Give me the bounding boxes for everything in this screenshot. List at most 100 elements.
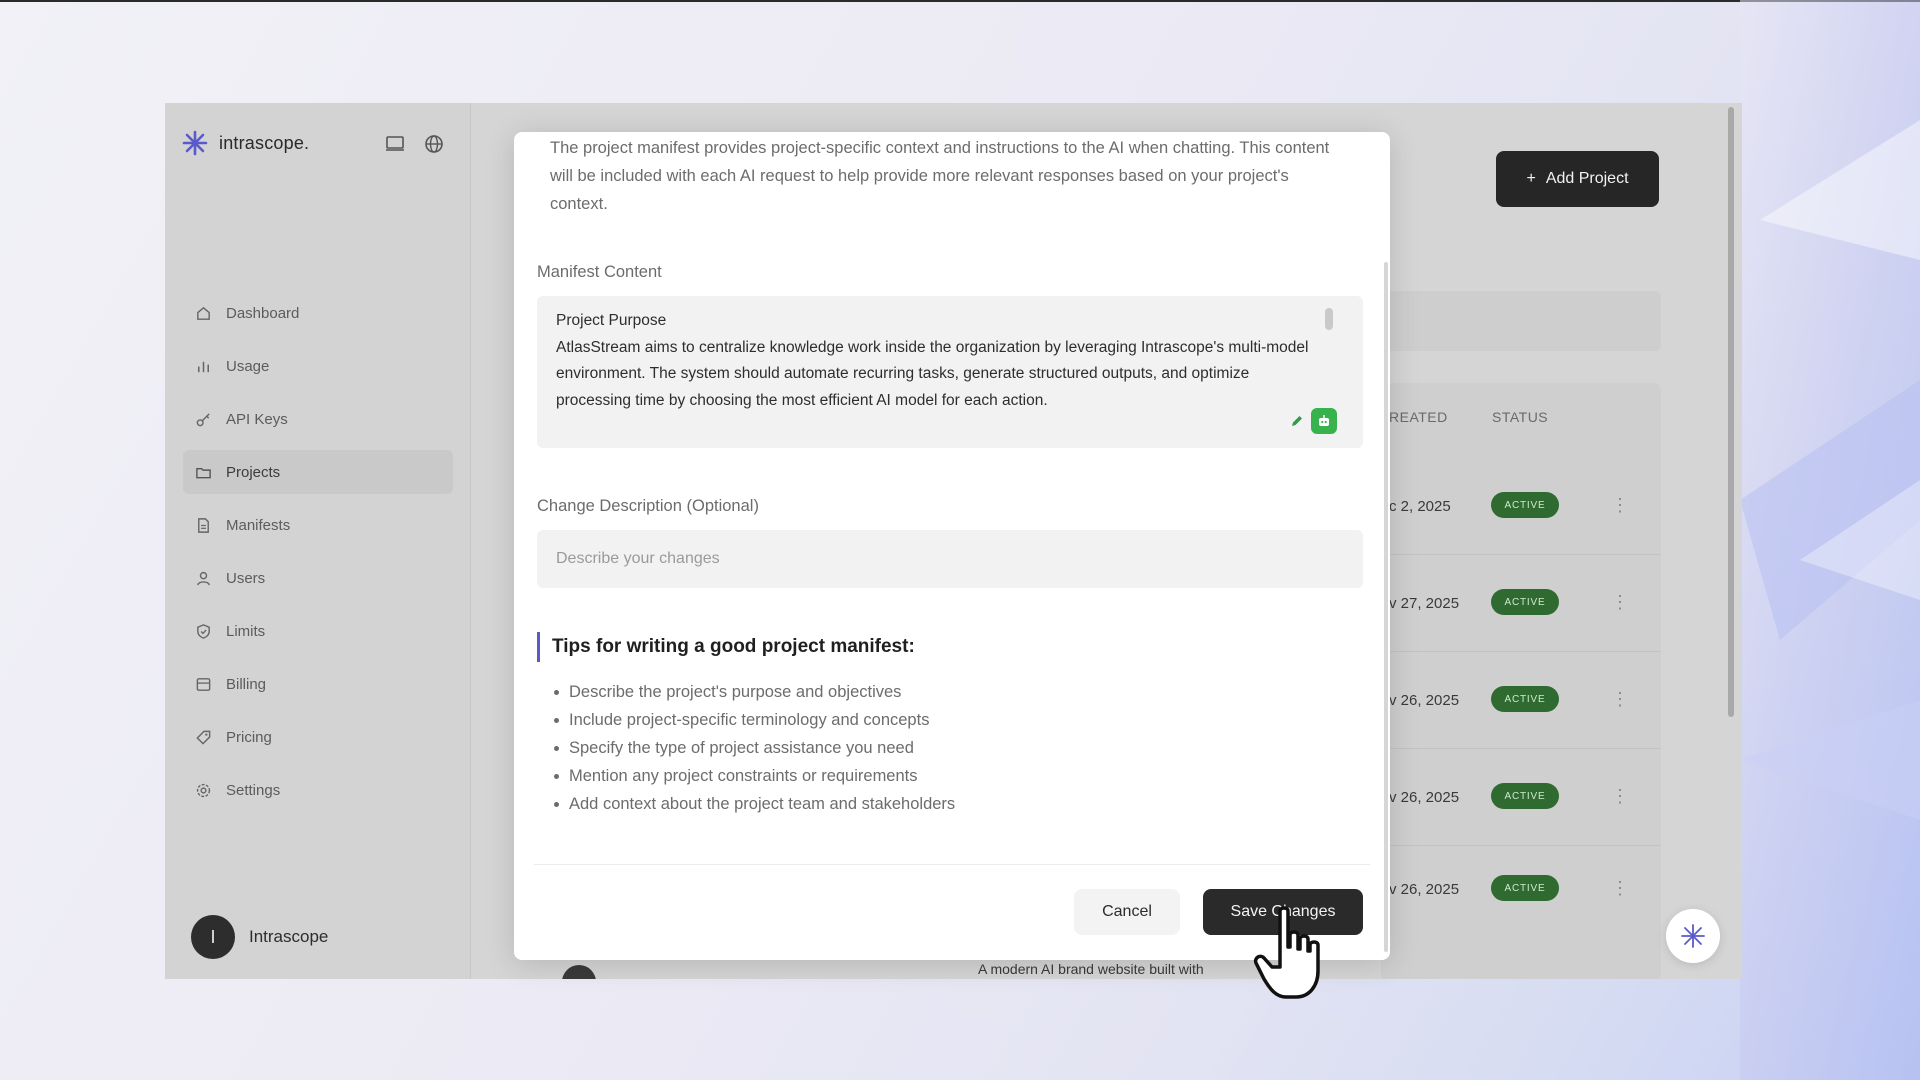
status-badge: ACTIVE — [1491, 875, 1559, 901]
status-badge: ACTIVE — [1491, 783, 1559, 809]
more-options-icon[interactable]: ⋮ — [1611, 592, 1629, 612]
textarea-scrollbar[interactable] — [1325, 308, 1333, 330]
billing-icon — [196, 677, 211, 691]
status-badge: ACTIVE — [1491, 686, 1559, 712]
change-description-input[interactable] — [537, 530, 1363, 588]
more-options-icon[interactable]: ⋮ — [1611, 878, 1629, 898]
status-badge: ACTIVE — [1491, 492, 1559, 518]
tip-text: Mention any project constraints or requi… — [569, 767, 918, 785]
row-created-date: v 26, 2025 — [1389, 692, 1460, 709]
sidebar-item-projects[interactable]: Projects — [183, 450, 453, 494]
dialog-intro: The project manifest provides project-sp… — [550, 139, 1330, 213]
bullet-icon — [554, 745, 559, 751]
avatar: I — [191, 915, 235, 959]
sidebar-item-label: Dashboard — [226, 304, 300, 322]
manifest-heading: Project Purpose — [556, 312, 667, 329]
sparkle-icon — [1681, 924, 1705, 948]
sidebar-item-label: Billing — [226, 675, 267, 693]
row-divider — [1381, 748, 1661, 749]
bullet-icon — [554, 801, 559, 807]
plus-icon: + — [1526, 170, 1536, 187]
gear-icon — [196, 783, 211, 797]
sidebar-item-label: Usage — [226, 357, 270, 375]
tip-item: Add context about the project team and s… — [554, 790, 955, 818]
sidebar-item-limits[interactable]: Limits — [183, 609, 453, 653]
user-icon — [197, 571, 210, 585]
row-divider — [1381, 554, 1661, 555]
tip-item: Include project-specific terminology and… — [554, 706, 955, 734]
more-options-icon[interactable]: ⋮ — [1611, 495, 1629, 515]
background-decoration — [1740, 0, 1920, 1080]
bullet-icon — [554, 773, 559, 779]
sidebar-item-users[interactable]: Users — [183, 556, 453, 600]
tips-title: Tips for writing a good project manifest… — [552, 636, 915, 657]
brand-name: intrascope. — [219, 132, 310, 153]
filter-bar — [1381, 291, 1661, 351]
bar-chart-icon — [198, 361, 209, 372]
row-created-date: c 2, 2025 — [1389, 498, 1451, 515]
user-profile[interactable]: I Intrascope — [191, 915, 328, 959]
dialog-footer-divider — [534, 864, 1370, 865]
sidebar-item-label: Users — [226, 569, 266, 587]
add-project-button[interactable]: + Add Project — [1496, 151, 1659, 207]
manifest-content-textarea[interactable]: Project Purpose AtlasStream aims to cent… — [537, 296, 1363, 448]
save-changes-button[interactable]: Save Changes — [1203, 889, 1363, 935]
home-icon — [197, 306, 210, 320]
more-options-icon[interactable]: ⋮ — [1611, 786, 1629, 806]
sidebar-item-pricing[interactable]: Pricing — [183, 715, 453, 759]
sidebar-item-label: Limits — [226, 622, 266, 640]
tips-accent-bar — [537, 632, 540, 662]
tip-item: Mention any project constraints or requi… — [554, 762, 955, 790]
project-avatar — [562, 965, 596, 979]
brand[interactable]: intrascope. — [181, 129, 309, 157]
tip-item: Describe the project's purpose and objec… — [554, 678, 955, 706]
row-created-date: v 27, 2025 — [1389, 595, 1460, 612]
sidebar-item-label: Settings — [226, 781, 281, 799]
dialog-scrollbar[interactable] — [1384, 262, 1388, 952]
sidebar-item-label: Manifests — [226, 516, 291, 534]
pen-icon[interactable] — [1287, 411, 1307, 431]
bullet-icon — [554, 689, 559, 695]
sidebar-item-settings[interactable]: Settings — [183, 768, 453, 812]
edit-manifest-dialog: The project manifest provides project-sp… — [514, 132, 1390, 960]
more-options-icon[interactable]: ⋮ — [1611, 689, 1629, 709]
tip-text: Describe the project's purpose and objec… — [569, 683, 902, 701]
assistant-bot-icon[interactable] — [1311, 408, 1337, 434]
cancel-button[interactable]: Cancel — [1074, 889, 1180, 935]
row-created-date: v 26, 2025 — [1389, 881, 1460, 898]
folder-icon — [196, 467, 211, 478]
status-badge: ACTIVE — [1491, 589, 1559, 615]
sidebar-item-label: Pricing — [226, 728, 272, 746]
tag-icon — [196, 730, 211, 745]
monitor-icon[interactable] — [384, 133, 406, 155]
column-header-status: STATUS — [1492, 409, 1549, 425]
assistant-launcher-button[interactable] — [1666, 909, 1720, 963]
manifest-body: AtlasStream aims to centralize knowledge… — [556, 338, 1309, 409]
tip-text: Add context about the project team and s… — [569, 795, 956, 813]
globe-icon[interactable] — [423, 133, 445, 155]
top-border — [0, 0, 1920, 2]
sidebar-item-label: Projects — [226, 463, 281, 481]
asterisk-logo-icon — [182, 130, 208, 156]
sidebar-item-usage[interactable]: Usage — [183, 344, 453, 388]
project-description: A modern AI brand website built with — [978, 961, 1204, 977]
row-created-date: v 26, 2025 — [1389, 789, 1460, 806]
page-scrollbar[interactable] — [1728, 107, 1734, 717]
tips-list: Describe the project's purpose and objec… — [554, 678, 955, 818]
textarea-tools — [1287, 408, 1337, 434]
add-project-label: Add Project — [1545, 170, 1629, 187]
bullet-icon — [554, 717, 559, 723]
manifest-content-label: Manifest Content — [537, 263, 662, 281]
shield-icon — [197, 623, 210, 639]
user-name: Intrascope — [249, 927, 329, 946]
tip-text: Include project-specific terminology and… — [569, 711, 930, 729]
document-icon — [198, 517, 209, 533]
sidebar-item-manifests[interactable]: Manifests — [183, 503, 453, 547]
sidebar-item-label: API Keys — [226, 410, 288, 428]
sidebar: intrascope. Dashboard Usage API Keys Pro… — [165, 103, 471, 979]
tip-text: Specify the type of project assistance y… — [569, 739, 914, 757]
tip-item: Specify the type of project assistance y… — [554, 734, 955, 762]
sidebar-item-api-keys[interactable]: API Keys — [183, 397, 453, 441]
sidebar-item-dashboard[interactable]: Dashboard — [183, 291, 453, 335]
sidebar-item-billing[interactable]: Billing — [183, 662, 453, 706]
